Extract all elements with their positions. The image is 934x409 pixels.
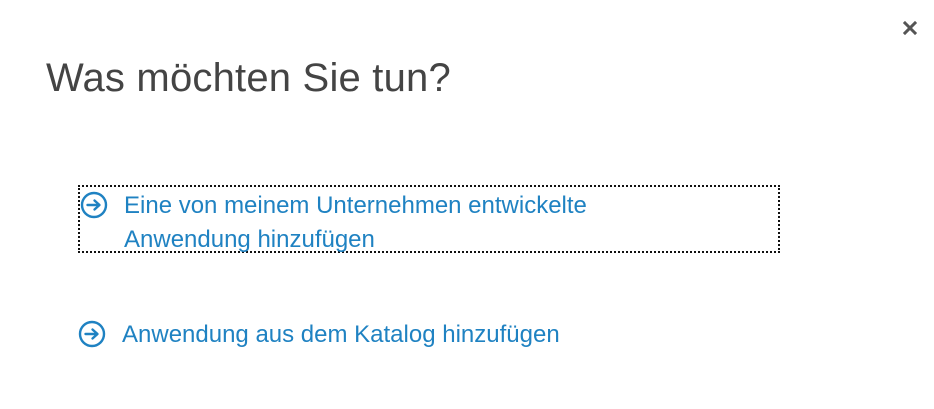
option-label-line1: Eine von meinem Unternehmen entwickelte	[124, 192, 587, 219]
arrow-right-circle-icon	[78, 320, 106, 348]
dialog-title: Was möchten Sie tun?	[46, 56, 451, 100]
option-label: Anwendung aus dem Katalog hinzufügen	[122, 321, 560, 348]
arrow-right-circle-icon	[80, 191, 108, 219]
option-label-line2: Anwendung hinzufügen	[124, 226, 375, 253]
option-add-from-catalog[interactable]: Anwendung aus dem Katalog hinzufügen	[78, 318, 780, 352]
option-label: Eine von meinem Unternehmen entwickelte …	[124, 189, 587, 257]
option-add-developed-app[interactable]: Eine von meinem Unternehmen entwickelte …	[78, 185, 780, 253]
close-icon	[903, 21, 917, 35]
close-button[interactable]	[900, 18, 920, 38]
